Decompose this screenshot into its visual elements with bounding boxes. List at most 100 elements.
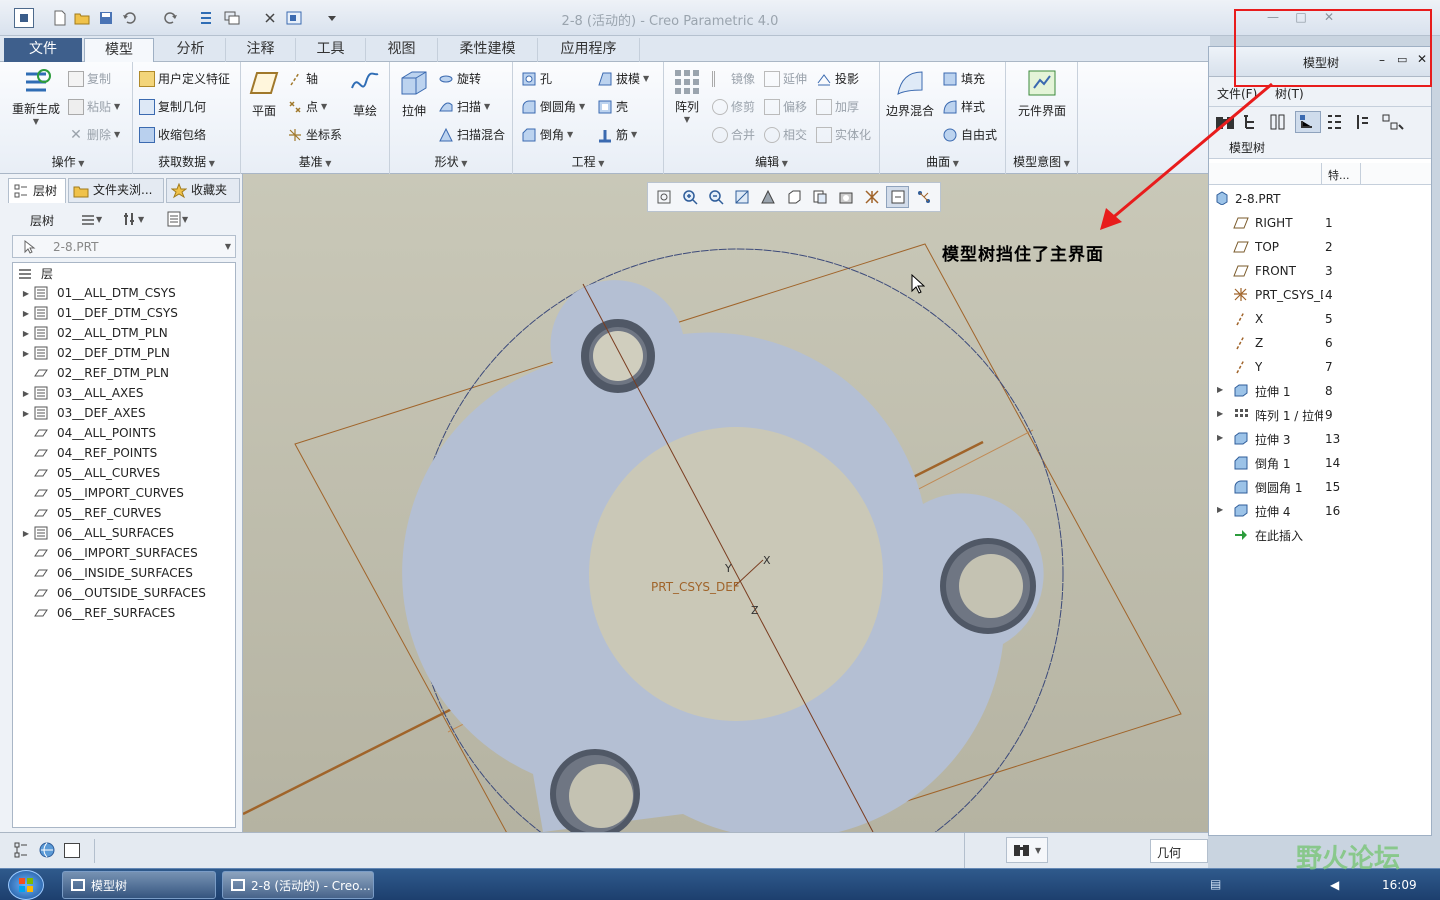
- layer-item[interactable]: 06__REF_SURFACES: [13, 603, 175, 623]
- datum-display-icon[interactable]: [860, 186, 883, 208]
- hole-button[interactable]: 孔: [521, 70, 552, 87]
- layer-show-button[interactable]: ▼: [80, 209, 116, 229]
- mirror-button[interactable]: 镜像: [712, 70, 755, 87]
- round-button[interactable]: 倒圆角 ▼: [521, 98, 585, 115]
- expand-arrow-icon[interactable]: ▶: [21, 309, 31, 318]
- layer-item[interactable]: 06__OUTSIDE_SURFACES: [13, 583, 206, 603]
- tree-item[interactable]: 倒角 1 14: [1209, 451, 1431, 475]
- model-selector[interactable]: 2-8.PRT ▼: [12, 235, 236, 258]
- thicken-button[interactable]: 加厚: [816, 98, 859, 115]
- tab-applications[interactable]: 应用程序: [538, 38, 640, 62]
- tree-item[interactable]: X5: [1209, 307, 1431, 331]
- group-label-operations[interactable]: 操作 ▼: [4, 153, 132, 170]
- extend-button[interactable]: 延伸: [764, 70, 807, 87]
- tree-item[interactable]: Y7: [1209, 355, 1431, 379]
- saved-orientations-icon[interactable]: [782, 186, 805, 208]
- revolve-button[interactable]: 旋转: [438, 70, 481, 87]
- layer-item[interactable]: ▶ 01__ALL_DTM_CSYS: [13, 283, 176, 303]
- tree-item[interactable]: ▶ 拉伸 18: [1209, 379, 1431, 403]
- layer-item[interactable]: ▶ 03__DEF_AXES: [13, 403, 146, 423]
- layer-item[interactable]: 06__INSIDE_SURFACES: [13, 563, 193, 583]
- draft-button[interactable]: 拔模 ▼: [597, 70, 649, 87]
- freestyle-button[interactable]: 自由式: [942, 126, 997, 143]
- tab-annotate[interactable]: 注释: [226, 38, 296, 62]
- expand-arrow-icon[interactable]: ▶: [1217, 505, 1223, 514]
- collapse-all-icon[interactable]: [1353, 113, 1373, 131]
- tree-item[interactable]: 倒圆角 1 15: [1209, 475, 1431, 499]
- layer-item[interactable]: ▶ 02__ALL_DTM_PLN: [13, 323, 168, 343]
- layer-item[interactable]: 06__IMPORT_SURFACES: [13, 543, 198, 563]
- taskbar-model-tree[interactable]: 模型树: [62, 871, 216, 899]
- zoom-out-icon[interactable]: [704, 186, 727, 208]
- layer-item[interactable]: 04__ALL_POINTS: [13, 423, 156, 443]
- expand-arrow-icon[interactable]: ▶: [21, 289, 31, 298]
- offset-button[interactable]: 偏移: [764, 98, 807, 115]
- clock[interactable]: 16:09: [1382, 878, 1417, 892]
- expand-arrow-icon[interactable]: ▶: [1217, 385, 1223, 394]
- regenerate-button[interactable]: 重新生成 ▼: [8, 66, 64, 126]
- copy-button[interactable]: 复制: [68, 70, 111, 87]
- paste-button[interactable]: 粘贴 ▼: [68, 98, 120, 115]
- taskbar-creo[interactable]: 2-8 (活动的) - Creo...: [222, 871, 374, 899]
- project-button[interactable]: 投影: [816, 70, 859, 87]
- group-label-engineering[interactable]: 工程 ▼: [513, 153, 663, 170]
- perspective-icon[interactable]: [834, 186, 857, 208]
- layer-item[interactable]: 05__ALL_CURVES: [13, 463, 160, 483]
- view-manager-icon[interactable]: [808, 186, 831, 208]
- navigator-toggle-icon[interactable]: [12, 841, 30, 859]
- group-label-model-intent[interactable]: 模型意图 ▼: [1006, 153, 1077, 170]
- tab-tools[interactable]: 工具: [296, 38, 366, 62]
- solidify-button[interactable]: 实体化: [816, 126, 871, 143]
- delete-button[interactable]: ✕ 删除 ▼: [68, 126, 120, 143]
- group-label-surfaces[interactable]: 曲面 ▼: [880, 153, 1005, 170]
- shell-button[interactable]: 壳: [597, 98, 628, 115]
- sweep-blend-button[interactable]: 扫描混合: [438, 126, 505, 143]
- expand-arrow-icon[interactable]: ▶: [21, 389, 31, 398]
- pattern-button[interactable]: 阵列 ▼: [668, 68, 706, 124]
- intersect-button[interactable]: 相交: [764, 126, 807, 143]
- plane-button[interactable]: 平面: [245, 70, 283, 119]
- refit-icon[interactable]: [652, 186, 675, 208]
- group-label-datum[interactable]: 基准 ▼: [241, 153, 389, 170]
- expand-all-icon[interactable]: [1325, 113, 1345, 131]
- layer-item[interactable]: ▶ 03__ALL_AXES: [13, 383, 144, 403]
- fullscreen-icon[interactable]: [64, 843, 80, 858]
- zoom-in-icon[interactable]: [678, 186, 701, 208]
- expand-arrow-icon[interactable]: ▶: [1217, 409, 1223, 418]
- merge-button[interactable]: 合并: [712, 126, 755, 143]
- tree-item[interactable]: FRONT 3: [1209, 259, 1431, 283]
- repaint-icon[interactable]: [730, 186, 753, 208]
- axis-button[interactable]: 轴: [287, 70, 318, 87]
- sketch-button[interactable]: 草绘: [345, 70, 385, 119]
- tab-folder-browser[interactable]: 文件夹浏...: [68, 178, 164, 203]
- tab-flexible-modeling[interactable]: 柔性建模: [438, 38, 538, 62]
- trim-button[interactable]: 修剪: [712, 98, 755, 115]
- layer-item[interactable]: ▶ 02__DEF_DTM_PLN: [13, 343, 170, 363]
- chamfer-button[interactable]: 倒角 ▼: [521, 126, 573, 143]
- tree-item[interactable]: 在此插入: [1209, 523, 1431, 547]
- column-feature-number[interactable]: 特...: [1321, 163, 1361, 185]
- find-button[interactable]: ▼: [1006, 837, 1048, 863]
- expand-arrow-icon[interactable]: ▶: [1217, 433, 1223, 442]
- group-label-get-data[interactable]: 获取数据 ▼: [133, 153, 240, 170]
- expand-arrow-icon[interactable]: ▶: [21, 529, 31, 538]
- layer-settings-button[interactable]: ▼: [122, 209, 158, 229]
- tree-item[interactable]: PRT_CSYS_DEF4: [1209, 283, 1431, 307]
- layer-item[interactable]: 05__IMPORT_CURVES: [13, 483, 184, 503]
- group-label-shapes[interactable]: 形状 ▼: [390, 153, 512, 170]
- display-style-icon[interactable]: [756, 186, 779, 208]
- layer-item[interactable]: 05__REF_CURVES: [13, 503, 161, 523]
- expand-arrow-icon[interactable]: ▶: [21, 409, 31, 418]
- fill-button[interactable]: 填充: [942, 70, 985, 87]
- csys-button[interactable]: 坐标系: [287, 126, 342, 143]
- tree-item[interactable]: Z6: [1209, 331, 1431, 355]
- copy-geometry-button[interactable]: 复制几何: [139, 98, 206, 115]
- graphics-viewport[interactable]: PRT_CSYS_DEF X Y Z: [243, 174, 1208, 832]
- layer-item[interactable]: 04__REF_POINTS: [13, 443, 157, 463]
- tree-item[interactable]: ▶ 拉伸 4 16: [1209, 499, 1431, 523]
- layer-root[interactable]: 层: [13, 263, 53, 283]
- expand-arrow-icon[interactable]: ▶: [21, 329, 31, 338]
- tab-view[interactable]: 视图: [366, 38, 438, 62]
- tree-settings-icon[interactable]: [1381, 113, 1405, 131]
- keyboard-icon[interactable]: ▤: [1210, 877, 1221, 891]
